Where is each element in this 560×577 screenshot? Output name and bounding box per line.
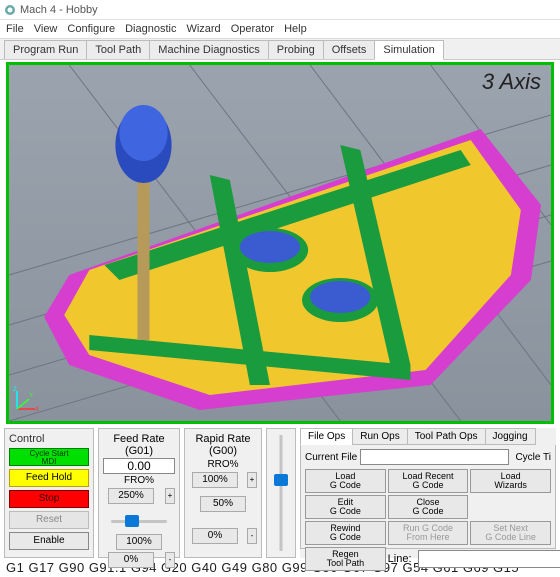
rapid-rate-panel: Rapid Rate (G00) RRO% 100% + 50% 0% - (184, 428, 262, 558)
simulated-part-graphic (9, 65, 551, 421)
close-gcode-button[interactable]: Close G Code (388, 495, 469, 519)
simulation-viewport[interactable]: 3 Axis Z X Y (6, 62, 554, 424)
svg-text:Y: Y (29, 393, 33, 399)
menu-wizard[interactable]: Wizard (186, 23, 220, 35)
tab-program-run[interactable]: Program Run (4, 40, 87, 59)
menu-bar: File View Configure Diagnostic Wizard Op… (0, 20, 560, 38)
fro-slider[interactable] (103, 510, 175, 532)
edit-gcode-button[interactable]: Edit G Code (305, 495, 386, 519)
rapid-rate-title: Rapid Rate (G00) (189, 433, 257, 457)
tab-machine-diagnostics[interactable]: Machine Diagnostics (149, 40, 269, 59)
feed-rate-title: Feed Rate (G01) (103, 433, 175, 457)
tab-file-ops[interactable]: File Ops (300, 428, 353, 445)
rro-current: 50% (200, 496, 246, 512)
tab-probing[interactable]: Probing (268, 40, 324, 59)
fro-label: FRO% (103, 475, 175, 486)
tab-toolpath-ops[interactable]: Tool Path Ops (407, 428, 486, 445)
set-next-line-button[interactable]: Set Next G Code Line (470, 521, 551, 545)
rro-minus-button[interactable]: - (247, 528, 257, 544)
tab-run-ops[interactable]: Run Ops (352, 428, 407, 445)
load-wizards-button[interactable]: Load Wizards (470, 469, 551, 493)
file-ops-tab-bar: File Ops Run Ops Tool Path Ops Jogging (300, 428, 556, 445)
feed-rate-panel: Feed Rate (G01) 0.00 FRO% 250% + 100% 0%… (98, 428, 180, 558)
cycle-time-label: Cycle Ti (515, 452, 551, 463)
axis-triad-icon: Z X Y (13, 385, 41, 415)
menu-diagnostic[interactable]: Diagnostic (125, 23, 176, 35)
control-title: Control (9, 433, 89, 445)
current-file-input[interactable] (360, 449, 509, 465)
fro-current: 100% (116, 534, 162, 550)
feed-rate-readout: 0.00 (103, 458, 175, 474)
tab-simulation[interactable]: Simulation (374, 40, 443, 60)
fro-min: 0% (108, 552, 154, 568)
current-file-label: Current File (305, 452, 357, 463)
titlebar: Mach 4 - Hobby (0, 0, 560, 20)
load-gcode-button[interactable]: Load G Code (305, 469, 386, 493)
fro-max: 250% (108, 488, 154, 504)
tab-offsets[interactable]: Offsets (323, 40, 376, 59)
window-title: Mach 4 - Hobby (20, 4, 98, 16)
tab-tool-path[interactable]: Tool Path (86, 40, 150, 59)
line-input[interactable] (418, 550, 560, 568)
menu-view[interactable]: View (34, 23, 58, 35)
rewind-gcode-button[interactable]: Rewind G Code (305, 521, 386, 545)
load-recent-gcode-button[interactable]: Load Recent G Code (388, 469, 469, 493)
run-from-here-button[interactable]: Run G Code From Here (388, 521, 469, 545)
rro-min: 0% (192, 528, 238, 544)
menu-help[interactable]: Help (284, 23, 307, 35)
regen-toolpath-button[interactable]: Regen Tool Path (305, 547, 386, 571)
rro-plus-button[interactable]: + (247, 472, 257, 488)
svg-text:X: X (35, 407, 39, 413)
fro-plus-button[interactable]: + (165, 488, 175, 504)
line-label: Line: (388, 553, 412, 565)
fro-minus-button[interactable]: - (165, 552, 175, 568)
control-panel: Control Cycle Start MDI Feed Hold Stop R… (4, 428, 94, 558)
tab-jogging[interactable]: Jogging (485, 428, 536, 445)
menu-operator[interactable]: Operator (231, 23, 274, 35)
app-icon (4, 4, 16, 16)
menu-file[interactable]: File (6, 23, 24, 35)
stop-button[interactable]: Stop (9, 490, 89, 508)
rro-vertical-slider[interactable] (266, 428, 296, 558)
enable-button[interactable]: Enable (9, 532, 89, 550)
viewport-mode-label: 3 Axis (482, 69, 541, 95)
feed-hold-button[interactable]: Feed Hold (9, 469, 89, 487)
menu-configure[interactable]: Configure (67, 23, 115, 35)
svg-text:Z: Z (13, 387, 17, 393)
rro-label: RRO% (189, 459, 257, 470)
cycle-start-button[interactable]: Cycle Start MDI (9, 448, 89, 466)
rro-max: 100% (192, 472, 238, 488)
file-ops-panel: File Ops Run Ops Tool Path Ops Jogging C… (300, 428, 556, 558)
reset-button[interactable]: Reset (9, 511, 89, 529)
main-tab-bar: Program Run Tool Path Machine Diagnostic… (0, 38, 560, 60)
